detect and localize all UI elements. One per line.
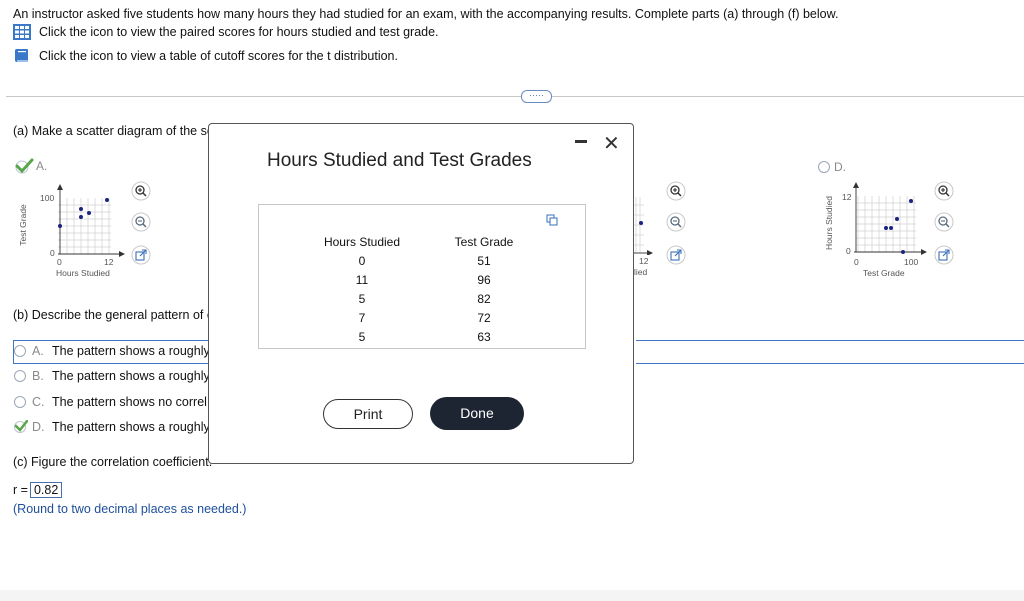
close-icon[interactable]: ✕ xyxy=(603,134,620,154)
r-label: r = xyxy=(13,483,28,497)
data-table-link-text[interactable]: Click the icon to view the paired scores… xyxy=(39,25,439,39)
scatter-plot-option-a: 100 0 0 12 Hours Studied Test Grade xyxy=(17,182,130,282)
rounding-hint: (Round to two decimal places as needed.) xyxy=(13,502,247,516)
data-table-link[interactable]: Click the icon to view the paired scores… xyxy=(13,24,439,40)
checkmark-icon xyxy=(15,158,34,174)
option-letter: A. xyxy=(32,344,44,358)
dialog-title: Hours Studied and Test Grades xyxy=(267,150,532,171)
part-a-option-d[interactable]: D. xyxy=(818,160,848,174)
table-cell: 51 xyxy=(477,254,491,268)
grade-column: Test Grade 51 96 82 72 63 xyxy=(444,233,524,347)
zoom-in-icon[interactable] xyxy=(934,181,954,201)
table-cell: 7 xyxy=(358,311,366,325)
x-max-label: 12 xyxy=(639,256,649,266)
y-max-label: 12 xyxy=(842,192,852,202)
x-axis-label: Test Grade xyxy=(863,268,905,278)
option-letter: A. xyxy=(36,159,48,173)
scatter-plot-option-d: 12 0 0 100 Test Grade Hours Studied xyxy=(822,182,932,282)
x-axis-label: Hours Studied xyxy=(56,268,110,278)
table-cell: 5 xyxy=(358,292,366,306)
option-text: The pattern shows a roughly xyxy=(52,369,210,383)
zoom-in-icon[interactable] xyxy=(666,181,686,201)
y-axis-label: Hours Studied xyxy=(823,196,834,250)
table-cell: 0 xyxy=(358,254,366,268)
radio-button[interactable] xyxy=(14,396,26,408)
table-cell: 63 xyxy=(477,330,491,344)
x-max-label: 12 xyxy=(104,257,114,267)
book-icon[interactable] xyxy=(13,47,31,65)
option-text: The pattern shows no correl xyxy=(52,395,207,409)
r-answer-row: r = 0.82 xyxy=(13,482,63,498)
x-max-label: 100 xyxy=(904,257,919,267)
radio-button[interactable] xyxy=(14,370,26,382)
part-b-option-b[interactable]: B. The pattern shows a roughly xyxy=(14,369,210,383)
part-b-option-a[interactable]: A. The pattern shows a roughly xyxy=(14,344,210,358)
popout-icon[interactable] xyxy=(666,245,686,265)
y-zero-label: 0 xyxy=(846,246,851,256)
option-text: The pattern shows a roughly xyxy=(52,420,210,434)
done-button[interactable]: Done xyxy=(430,397,524,430)
t-table-link-text[interactable]: Click the icon to view a table of cutoff… xyxy=(39,49,398,63)
option-letter: D. xyxy=(32,420,45,434)
part-b-option-d[interactable]: D. The pattern shows a roughly xyxy=(14,420,210,434)
option-text: The pattern shows a roughly xyxy=(52,344,210,358)
zoom-out-icon[interactable] xyxy=(131,212,151,232)
radio-button[interactable] xyxy=(818,161,830,173)
y-axis-label: Test Grade xyxy=(17,204,28,246)
data-table: Hours Studied 0 11 5 7 5 Test Grade 51 9… xyxy=(258,204,586,349)
checkmark-icon xyxy=(14,420,28,433)
problem-intro: An instructor asked five students how ma… xyxy=(13,7,839,21)
table-cell: 96 xyxy=(477,273,491,287)
part-b-prompt: (b) Describe the general pattern of c xyxy=(13,308,214,322)
part-b-option-c[interactable]: C. The pattern shows no correl xyxy=(14,395,207,409)
footer-band xyxy=(0,590,1024,601)
popout-icon[interactable] xyxy=(934,245,954,265)
table-cell: 5 xyxy=(358,330,366,344)
data-table-dialog: Hours Studied and Test Grades ✕ Hours St… xyxy=(208,123,634,464)
grid-table-icon[interactable] xyxy=(13,24,31,40)
x-zero-label: 0 xyxy=(854,257,859,267)
t-table-link[interactable]: Click the icon to view a table of cutoff… xyxy=(13,47,398,65)
copy-icon[interactable] xyxy=(546,214,558,226)
y-zero-label: 0 xyxy=(50,248,55,258)
column-header: Hours Studied xyxy=(323,235,401,249)
radio-button[interactable] xyxy=(14,345,26,357)
y-max-label: 100 xyxy=(40,193,55,203)
part-a-prompt: (a) Make a scatter diagram of the sc xyxy=(13,124,214,138)
zoom-out-icon[interactable] xyxy=(934,212,954,232)
selected-option-outline-right xyxy=(636,340,1024,364)
minimize-icon[interactable] xyxy=(575,140,587,143)
table-cell: 72 xyxy=(477,311,491,325)
x-zero-label: 0 xyxy=(57,257,62,267)
part-a-option-a[interactable]: A. xyxy=(14,158,50,174)
expand-more-button[interactable]: ····· xyxy=(521,90,552,103)
table-cell: 11 xyxy=(355,273,369,287)
zoom-out-icon[interactable] xyxy=(666,212,686,232)
print-button[interactable]: Print xyxy=(323,399,413,429)
zoom-in-icon[interactable] xyxy=(131,181,151,201)
part-c-prompt: (c) Figure the correlation coefficient. xyxy=(13,455,213,469)
table-cell: 82 xyxy=(477,292,491,306)
r-answer-field[interactable]: 0.82 xyxy=(29,482,63,498)
x-axis-label-partial: lied xyxy=(634,267,648,277)
column-header: Test Grade xyxy=(454,235,514,249)
option-letter: B. xyxy=(32,369,44,383)
hours-column: Hours Studied 0 11 5 7 5 xyxy=(317,233,407,347)
scatter-plot-option-c: 12 lied xyxy=(634,195,664,285)
section-divider xyxy=(6,96,1024,97)
option-letter: D. xyxy=(834,160,846,174)
popout-icon[interactable] xyxy=(131,245,151,265)
option-letter: C. xyxy=(32,395,45,409)
